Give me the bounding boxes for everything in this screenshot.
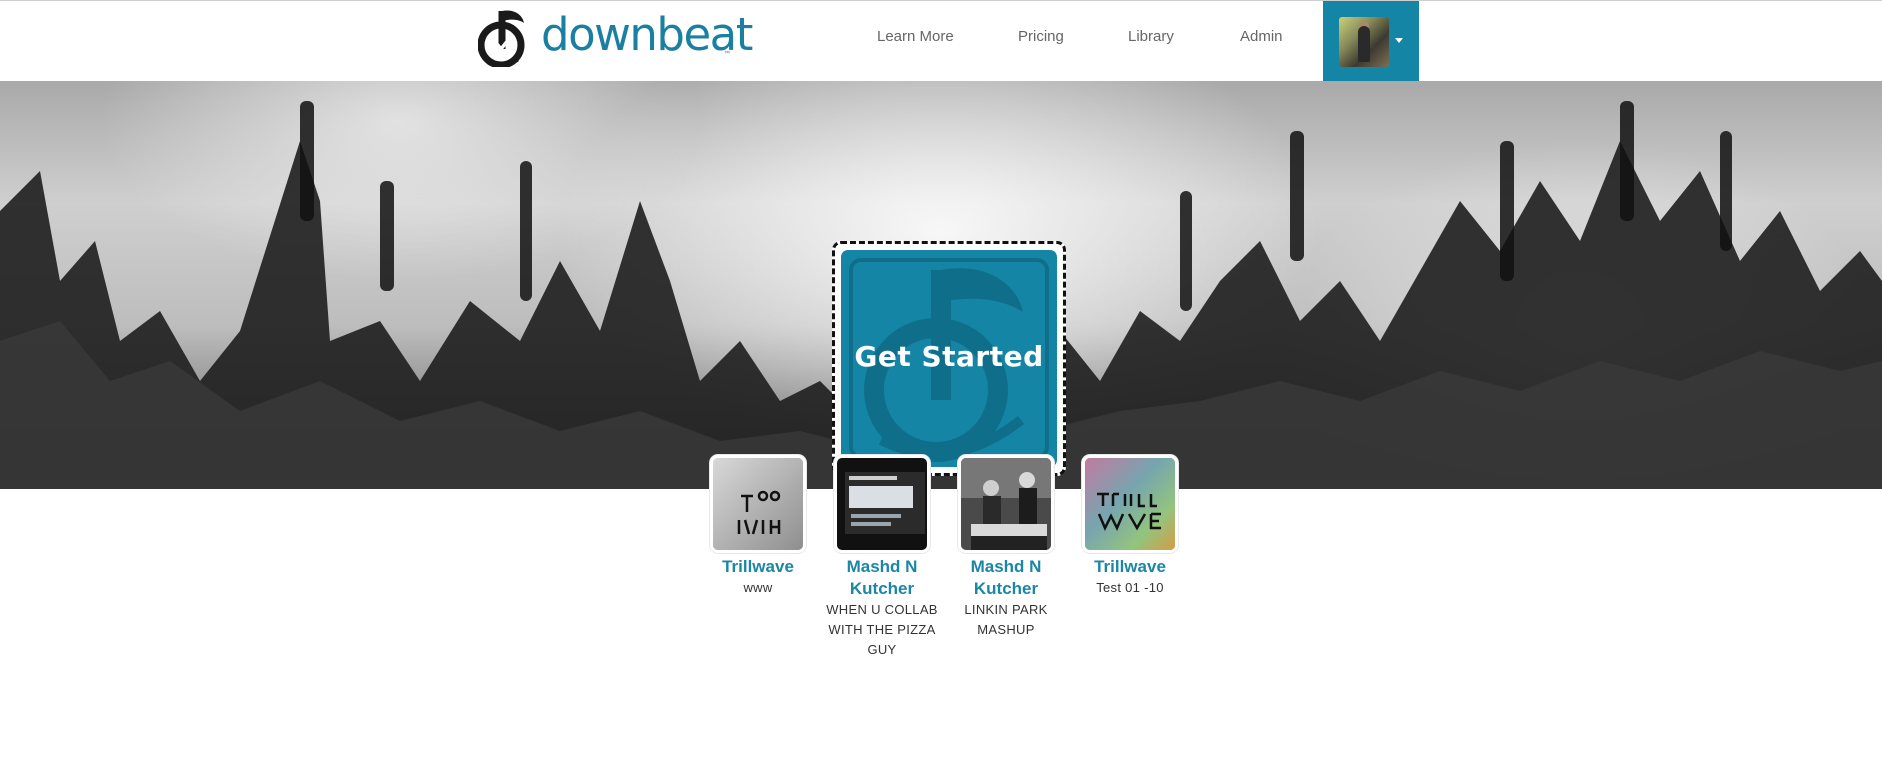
hero-banner: Get Started [0, 81, 1882, 489]
track-title: LINKIN PARK MASHUP [964, 602, 1048, 637]
nav-learn-more[interactable]: Learn More [877, 28, 954, 45]
navbar: downbeat ™ Learn More Pricing Library Ad… [0, 1, 1882, 82]
track-card[interactable]: Trillwave www [696, 455, 820, 598]
nav-library[interactable]: Library [1128, 28, 1174, 45]
album-art-image [961, 458, 1051, 550]
track-artist[interactable]: Mashd N Kutcher [820, 556, 944, 600]
album-art-image [837, 458, 927, 550]
track-title: WHEN U COLLAB WITH THE PIZZA GUY [826, 602, 938, 657]
trademark-mark: ™ [724, 51, 730, 57]
brand-name: downbeat [541, 7, 753, 61]
track-card[interactable]: Trillwave Test 01 -10 [1068, 455, 1192, 598]
track-card[interactable]: Mashd N Kutcher LINKIN PARK MASHUP [944, 455, 1068, 640]
music-note-logo-icon [478, 10, 525, 67]
nav-admin[interactable]: Admin [1240, 28, 1283, 45]
track-thumbnail[interactable] [1082, 455, 1178, 553]
track-artist[interactable]: Mashd N Kutcher [944, 556, 1068, 600]
track-title: www [743, 580, 773, 595]
track-thumbnail[interactable] [958, 455, 1054, 553]
get-started-button[interactable]: Get Started [841, 250, 1057, 467]
nav-pricing[interactable]: Pricing [1018, 28, 1064, 45]
track-card[interactable]: Mashd N Kutcher WHEN U COLLAB WITH THE P… [820, 455, 944, 660]
get-started-frame: Get Started [832, 241, 1066, 476]
get-started-label: Get Started [854, 340, 1044, 373]
track-thumbnail[interactable] [710, 455, 806, 553]
album-art-image [1085, 458, 1175, 550]
track-title: Test 01 -10 [1096, 580, 1164, 595]
track-artist[interactable]: Trillwave [1068, 556, 1192, 578]
brand-logo[interactable]: downbeat [478, 3, 753, 69]
track-list: Trillwave www Mashd N Kutcher WHEN U COL… [0, 455, 1882, 675]
caret-down-icon [1395, 38, 1403, 43]
album-art-image [713, 458, 803, 550]
track-thumbnail[interactable] [834, 455, 930, 553]
track-artist[interactable]: Trillwave [696, 556, 820, 578]
avatar [1339, 17, 1389, 67]
user-menu-toggle[interactable] [1323, 1, 1419, 82]
